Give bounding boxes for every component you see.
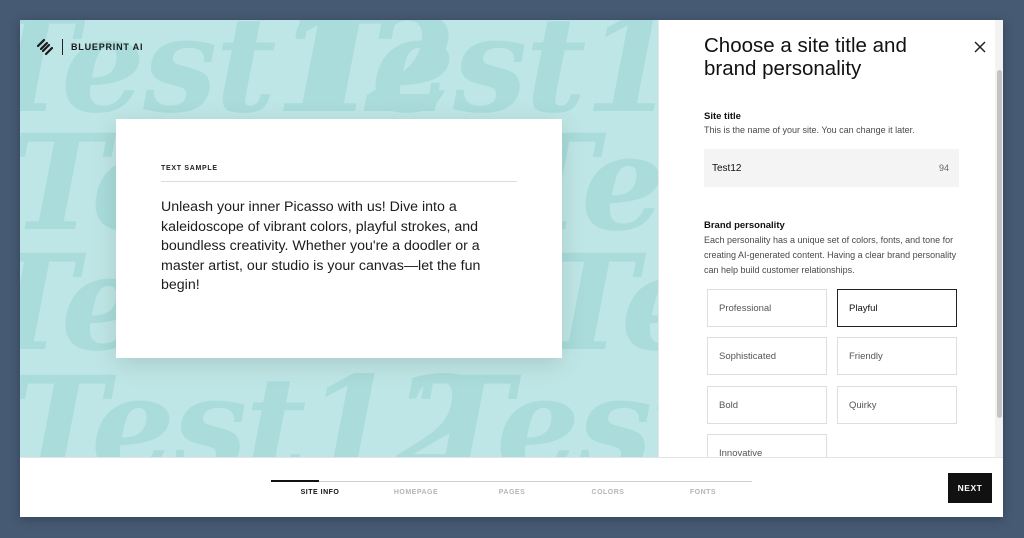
text-sample-body: Unleash your inner Picasso with us! Dive… [161, 199, 481, 293]
step-fonts[interactable]: FONTS [654, 489, 752, 496]
step-site-info[interactable]: SITE INFO [271, 489, 369, 496]
brand-name: BLUEPRINT AI [71, 42, 144, 52]
scrollbar[interactable] [995, 20, 1003, 457]
personality-option-professional[interactable]: Professional [707, 289, 827, 327]
brand-logo: BLUEPRINT AI [36, 38, 143, 56]
personality-option-quirky[interactable]: Quirky [837, 386, 957, 424]
step-homepage[interactable]: HOMEPAGE [367, 489, 465, 496]
brand-personality-label: Brand personality [704, 220, 785, 231]
panel-title: Choose a site title and brand personalit… [704, 34, 907, 80]
personality-option-bold[interactable]: Bold [707, 386, 827, 424]
site-title-label: Site title [704, 111, 741, 122]
text-sample-card: TEXT SAMPLE Unleash your inner Picasso w… [116, 119, 562, 358]
character-count: 94 [938, 163, 949, 173]
background-pattern-word: Test12 [415, 348, 658, 458]
progress-indicator [271, 480, 320, 482]
step-colors[interactable]: COLORS [559, 489, 657, 496]
progress-steps: SITE INFO HOMEPAGE PAGES COLORS FONTS [271, 480, 752, 501]
personality-option-friendly[interactable]: Friendly [837, 337, 957, 375]
progress-track [271, 481, 752, 482]
divider [161, 181, 517, 182]
site-title-help: This is the name of your site. You can c… [704, 125, 915, 135]
personality-option-innovative[interactable]: Innovative [707, 434, 827, 457]
text-sample-label: TEXT SAMPLE [161, 165, 218, 172]
settings-panel: Choose a site title and brand personalit… [658, 20, 1003, 457]
next-button[interactable]: NEXT [948, 473, 992, 503]
scrollbar-thumb[interactable] [997, 70, 1002, 418]
close-icon[interactable] [973, 40, 987, 54]
brand-personality-help: Each personality has a unique set of col… [704, 235, 957, 275]
site-title-value: Test12 [712, 162, 742, 174]
logo-divider [62, 39, 63, 55]
step-pages[interactable]: PAGES [463, 489, 561, 496]
squarespace-logo-icon [36, 38, 54, 56]
personality-option-sophisticated[interactable]: Sophisticated [707, 337, 827, 375]
personality-option-playful[interactable]: Playful [837, 289, 957, 327]
site-title-input[interactable]: Test12 94 [704, 149, 959, 187]
setup-window: Test12 Test12 Test12 Test12 Test12 Test1… [20, 20, 1003, 517]
bottom-navigation-bar: SITE INFO HOMEPAGE PAGES COLORS FONTS NE… [20, 457, 1003, 517]
site-preview: Test12 Test12 Test12 Test12 Test12 Test1… [20, 20, 658, 457]
